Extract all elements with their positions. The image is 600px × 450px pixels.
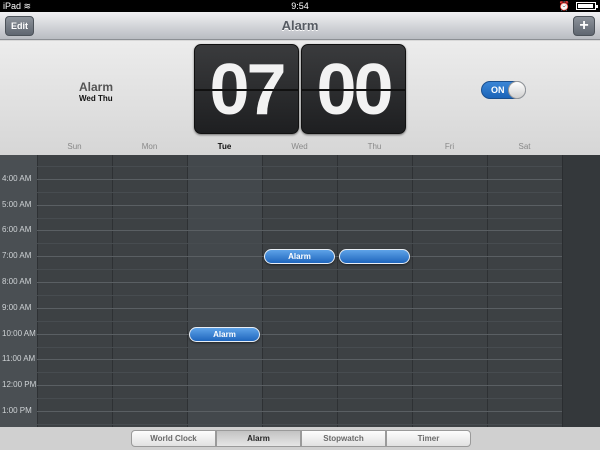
day-column-sun[interactable] [37,155,112,427]
time-label: 10:00 AM [2,329,36,338]
tab-world-clock[interactable]: World Clock [131,430,216,447]
day-header-tue: Tue [217,142,232,151]
half-hour-line [37,321,562,322]
hour-line [37,205,562,206]
time-label: 8:00 AM [2,277,32,286]
day-column-fri[interactable] [412,155,487,427]
page-title: Alarm [281,18,319,33]
hour-line [37,334,562,335]
alarm-event-thu[interactable] [339,249,410,264]
alarm-on-toggle[interactable]: ON [481,81,526,99]
battery-icon [576,2,598,10]
day-header-fri: Fri [444,142,455,151]
day-column-wed[interactable] [262,155,337,427]
time-label: 7:00 AM [2,251,32,260]
add-alarm-button[interactable]: + [573,16,595,36]
day-column-thu[interactable] [337,155,412,427]
hour-flip-card[interactable]: 07 [194,44,299,134]
day-header-thu: Thu [367,142,382,151]
half-hour-line [37,243,562,244]
tab-alarm[interactable]: Alarm [216,430,301,447]
grid-right-margin [562,155,600,427]
week-day-header: Sun Mon Tue Wed Thu Fri Sat [0,140,600,154]
alarm-detail-panel: Alarm Wed Thu 07 00 ON Sun Mon Tue Wed Thu Fr… [0,41,600,155]
tab-timer[interactable]: Timer [386,430,471,447]
toggle-knob [508,81,526,99]
hour-line [37,385,562,386]
half-hour-line [37,424,562,425]
half-hour-line [37,372,562,373]
day-header-sun: Sun [67,142,82,151]
hour-line [37,359,562,360]
time-label: 11:00 AM [2,354,36,363]
alarm-days: Wed Thu [79,94,113,103]
half-hour-line [37,295,562,296]
day-column-mon[interactable] [112,155,187,427]
tab-stopwatch[interactable]: Stopwatch [301,430,386,447]
half-hour-line [37,347,562,348]
nav-bar: Edit Alarm + [0,12,600,40]
hour-line [37,411,562,412]
status-bar: iPad ≋ 9:54 ⏰ [0,0,600,12]
status-time: 9:54 [291,1,309,11]
hour-line [37,282,562,283]
alarm-name[interactable]: Alarm [79,80,113,94]
time-label: 12:00 PM [2,380,37,389]
hour-line [37,308,562,309]
day-header-wed: Wed [291,142,308,151]
alarm-event-tue[interactable]: Alarm [189,327,260,342]
time-label: 3:00 AM [2,155,37,157]
toggle-label: ON [491,85,505,95]
day-header-sat: Sat [518,142,531,151]
time-label: 6:00 AM [2,225,32,234]
half-hour-line [37,218,562,219]
bottom-segmented-control: World Clock Alarm Stopwatch Timer [0,427,600,450]
week-calendar-grid[interactable]: 3:00 AM 4:00 AM 5:00 AM 6:00 AM 7:00 AM 8:00 … [0,155,600,427]
status-right: ⏰ [558,0,598,12]
hour-line [37,179,562,180]
time-label: 5:00 AM [2,200,32,209]
time-label: 4:00 AM [2,174,32,183]
alarm-clock-icon: ⏰ [558,1,570,11]
half-hour-line [37,398,562,399]
half-hour-line [37,269,562,270]
day-column-sat[interactable] [487,155,562,427]
time-label: 1:00 PM [2,406,32,415]
half-hour-line [37,192,562,193]
minute-flip-card[interactable]: 00 [301,44,406,134]
day-header-mon: Mon [141,142,158,151]
half-hour-line [37,166,562,167]
time-label: 9:00 AM [2,303,32,312]
day-column-tue[interactable] [187,155,262,427]
alarm-event-wed[interactable]: Alarm [264,249,335,264]
hour-line [37,230,562,231]
